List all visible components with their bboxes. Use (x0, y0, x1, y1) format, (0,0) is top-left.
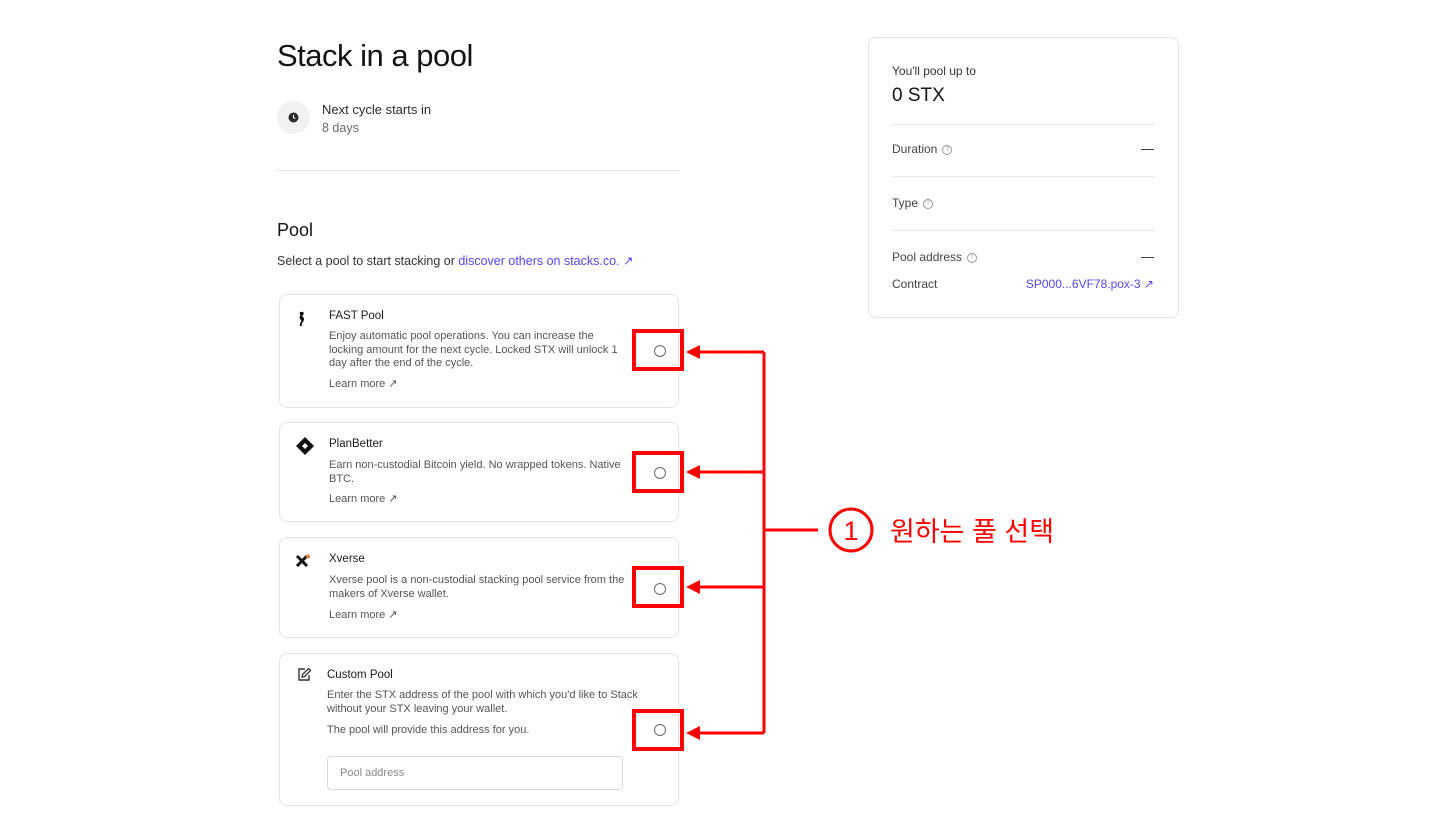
annotation-text: 원하는 풀 선택 (890, 517, 1055, 547)
annotation-arrows: 1 (686, 345, 874, 740)
annotation-number: 1 (843, 516, 858, 546)
